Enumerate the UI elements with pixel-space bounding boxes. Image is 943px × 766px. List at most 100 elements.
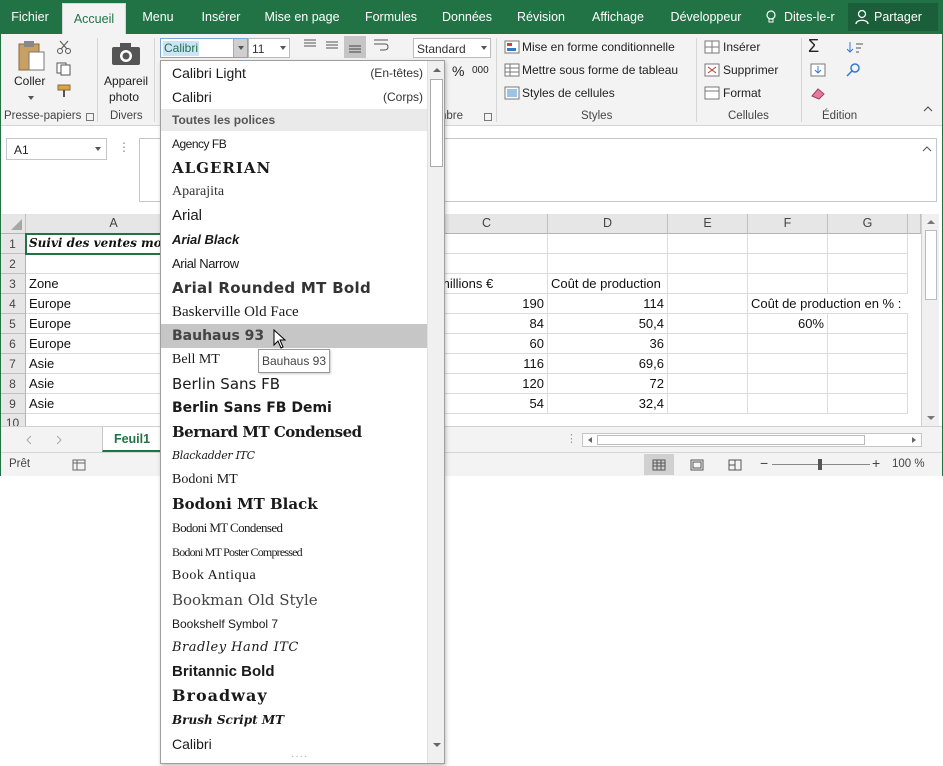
scroll-right-icon[interactable] <box>908 434 920 446</box>
tab-menu[interactable]: Menu <box>132 0 184 34</box>
cell-d4[interactable]: 114 <box>548 294 668 314</box>
tab-developer[interactable]: Développeur <box>658 0 754 34</box>
cell-g2[interactable] <box>828 254 908 274</box>
scroll-down-icon[interactable] <box>923 412 939 424</box>
row-header-10[interactable]: 10 <box>0 414 26 426</box>
row-header-7[interactable]: 7 <box>0 354 26 374</box>
cell-e1[interactable] <box>668 234 748 254</box>
font-option-aparajita[interactable]: Aparajita <box>161 180 427 204</box>
format-cells-button[interactable]: Format <box>723 86 761 100</box>
conditional-format-button[interactable]: Mise en forme conditionnelle <box>522 40 675 54</box>
sort-filter-icon[interactable] <box>846 40 864 54</box>
font-option-brush-script[interactable]: Brush Script MT <box>161 708 427 732</box>
autosum-icon[interactable]: Σ <box>808 36 819 57</box>
font-dropdown-list[interactable]: Calibri Light (En-têtes) Calibri (Corps)… <box>160 60 445 764</box>
cell-e8[interactable] <box>668 374 748 394</box>
expand-formula-icon[interactable] <box>922 145 932 153</box>
font-option-berlin-sans-demi[interactable]: Berlin Sans FB Demi <box>161 396 427 420</box>
row-header-8[interactable]: 8 <box>0 374 26 394</box>
worksheet-grid[interactable]: A C D E F G 1 2 3 4 5 6 7 8 9 10 Suivi d… <box>0 214 921 426</box>
cell-e6[interactable] <box>668 334 748 354</box>
tell-me-search[interactable]: Dites-le-r <box>764 0 840 34</box>
font-option-britannic-bold[interactable]: Britannic Bold <box>161 660 427 684</box>
font-option-bookman[interactable]: Bookman Old Style <box>161 588 427 612</box>
font-option-broadway[interactable]: Broadway <box>161 684 427 708</box>
tab-review[interactable]: Révision <box>504 0 578 34</box>
font-option-arial-black[interactable]: Arial Black <box>161 228 427 252</box>
font-option-arial-rounded[interactable]: Arial Rounded MT Bold <box>161 276 427 300</box>
column-header-g[interactable]: G <box>828 214 908 234</box>
font-option-bodoni-mt[interactable]: Bodoni MT <box>161 468 427 492</box>
paste-chevron-down-icon[interactable] <box>28 96 34 100</box>
row-header-4[interactable]: 4 <box>0 294 26 314</box>
clipboard-launcher-icon[interactable] <box>86 113 94 121</box>
tab-data[interactable]: Données <box>436 0 498 34</box>
cell-f4[interactable]: Coût de production en % : <box>748 294 908 314</box>
align-top-icon[interactable] <box>302 38 318 52</box>
tab-split-handle[interactable]: ⋮ <box>566 432 577 445</box>
font-option-algerian[interactable]: ALGERIAN <box>161 156 427 180</box>
cell-f5[interactable]: 60% <box>748 314 828 334</box>
align-bottom-button[interactable] <box>344 36 366 58</box>
chevron-down-icon[interactable] <box>95 147 101 151</box>
cell-g1[interactable] <box>828 234 908 254</box>
cell-styles-button[interactable]: Styles de cellules <box>522 86 615 100</box>
cell-f2[interactable] <box>748 254 828 274</box>
cell-g6[interactable] <box>828 334 908 354</box>
font-option-bauhaus-93[interactable]: Bauhaus 93 <box>161 324 427 348</box>
cell-f6[interactable] <box>748 334 828 354</box>
percent-button[interactable]: % <box>452 63 464 79</box>
zoom-out-button[interactable]: − <box>760 455 768 471</box>
scroll-left-icon[interactable] <box>584 434 596 446</box>
row-header-2[interactable]: 2 <box>0 254 26 274</box>
font-option-bodoni-black[interactable]: Bodoni MT Black <box>161 492 427 516</box>
vertical-scroll-thumb[interactable] <box>925 230 937 300</box>
collapse-ribbon-icon[interactable] <box>922 104 934 114</box>
font-option-berlin-sans[interactable]: Berlin Sans FB <box>161 372 427 396</box>
page-layout-view-icon[interactable] <box>690 459 704 471</box>
select-all-corner[interactable] <box>0 214 26 234</box>
font-name-dropdown-button[interactable] <box>233 39 247 57</box>
cell-f1[interactable] <box>748 234 828 254</box>
number-launcher-icon[interactable] <box>484 113 492 121</box>
tab-formulas[interactable]: Formules <box>352 0 430 34</box>
font-option-agency-fb[interactable]: Agency FB <box>161 132 427 156</box>
chevron-down-icon[interactable] <box>280 46 286 50</box>
align-middle-icon[interactable] <box>324 38 340 52</box>
font-option-bodoni-condensed[interactable]: Bodoni MT Condensed <box>161 516 427 540</box>
row-header-1[interactable]: 1 <box>0 234 26 254</box>
cell-g9[interactable] <box>828 394 908 414</box>
cell-f8[interactable] <box>748 374 828 394</box>
cell-f7[interactable] <box>748 354 828 374</box>
font-size-combobox[interactable]: 11 <box>248 38 290 58</box>
prev-sheet-icon[interactable] <box>24 435 34 445</box>
number-format-combobox[interactable]: Standard <box>413 38 491 58</box>
font-option-arial[interactable]: Arial <box>161 204 427 228</box>
cell-g8[interactable] <box>828 374 908 394</box>
eraser-icon[interactable] <box>810 86 826 100</box>
font-option-baskerville[interactable]: Baskerville Old Face <box>161 300 427 324</box>
scroll-up-icon[interactable] <box>429 64 445 76</box>
normal-view-button[interactable] <box>644 454 674 475</box>
camera-label-line2[interactable]: photo <box>109 90 139 104</box>
font-option-bookshelf-symbol[interactable]: Bookshelf Symbol 7 <box>161 612 427 636</box>
wrap-text-icon[interactable] <box>372 38 390 52</box>
format-painter-icon[interactable] <box>56 84 72 98</box>
zoom-level[interactable]: 100 % <box>892 458 925 470</box>
cell-e4[interactable] <box>668 294 748 314</box>
table-format-button[interactable]: Mettre sous forme de tableau <box>522 63 678 77</box>
cell-d5[interactable]: 50,4 <box>548 314 668 334</box>
resize-grip-icon[interactable]: ···· <box>291 751 308 762</box>
font-option-bradley-hand[interactable]: Bradley Hand ITC <box>161 636 427 660</box>
tab-view[interactable]: Affichage <box>584 0 652 34</box>
scissors-icon[interactable] <box>56 40 72 54</box>
cell-d8[interactable]: 72 <box>548 374 668 394</box>
font-list-scrollbar[interactable] <box>427 61 445 763</box>
vertical-scrollbar[interactable] <box>921 214 939 426</box>
cell-e3[interactable] <box>668 274 748 294</box>
horizontal-scroll-thumb[interactable] <box>597 435 865 445</box>
cell-e2[interactable] <box>668 254 748 274</box>
share-button[interactable]: Partager <box>848 3 938 31</box>
column-header-e[interactable]: E <box>668 214 748 234</box>
insert-cells-button[interactable]: Insérer <box>723 40 760 54</box>
